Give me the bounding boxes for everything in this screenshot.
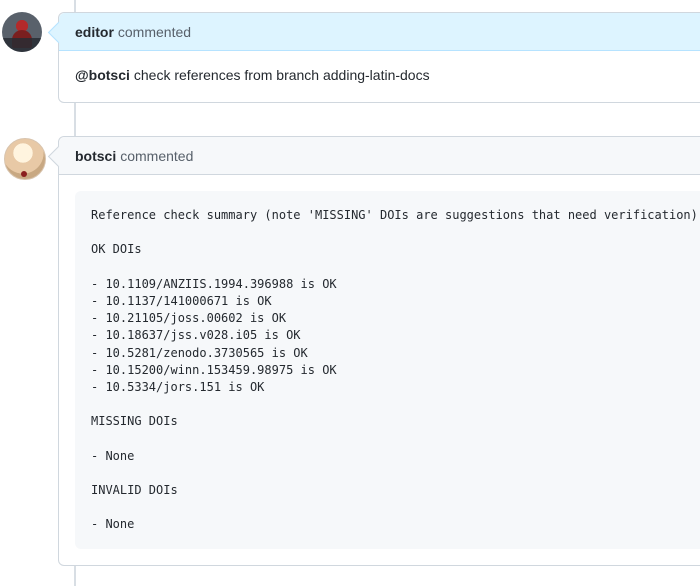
ok-doi-item: - 10.1137/141000671 is OK [91,293,272,308]
comment-body: @botsci check references from branch addi… [59,51,700,99]
missing-doi-item: - None [91,448,135,463]
comment-action: commented [117,23,192,40]
invalid-doi-item: - None [91,517,135,532]
ok-doi-item: - 10.21105/joss.00602 is OK [91,311,287,326]
comment-header: editor commented [59,13,700,51]
missing-heading: MISSING DOIs [91,414,178,429]
comment-text: check references from branch adding-lati… [133,67,430,83]
ok-doi-item: - 10.5281/zenodo.3730565 is OK [91,345,308,360]
ok-doi-item: - 10.15200/winn.153459.98975 is OK [91,362,337,377]
ok-doi-item: - 10.1109/ANZIIS.1994.396988 is OK [91,276,337,291]
report-summary: Reference check summary (note 'MISSING' … [91,208,700,222]
comment-action: commented [120,147,194,164]
comment: botsci commented Reference check summary… [58,136,700,566]
user-mention[interactable]: @botsci [75,67,130,83]
comment-author[interactable]: botsci [75,148,116,164]
ok-heading: OK DOIs [91,242,142,257]
comment-header: botsci commented [59,137,700,175]
comment-author[interactable]: editor [75,24,114,40]
comment: editor commented @botsci check references… [58,12,700,103]
avatar[interactable] [2,12,42,52]
avatar[interactable] [4,138,46,180]
ok-doi-item: - 10.5334/jors.151 is OK [91,379,265,394]
code-block: Reference check summary (note 'MISSING' … [75,191,700,549]
invalid-heading: INVALID DOIs [91,483,178,497]
ok-doi-item: - 10.18637/jss.v028.i05 is OK [91,328,301,343]
